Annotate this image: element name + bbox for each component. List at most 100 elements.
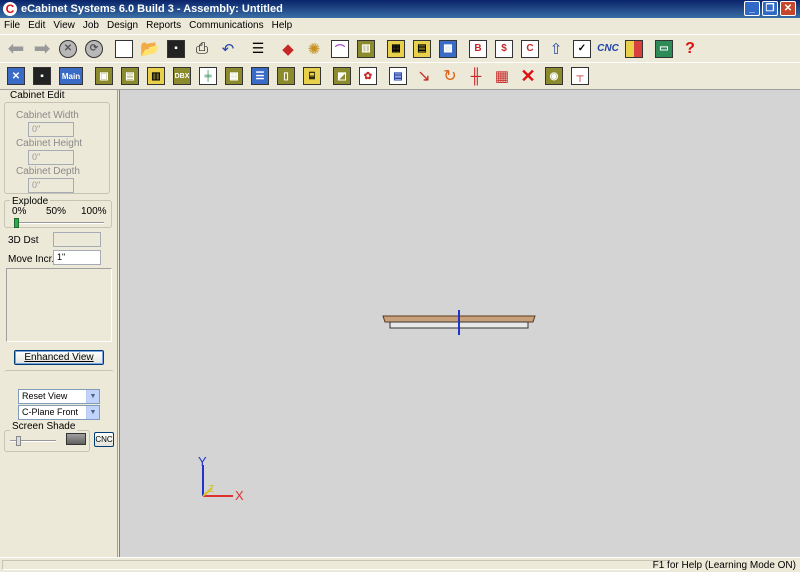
material-button[interactable]: ◆: [277, 38, 299, 60]
profile-button[interactable]: ⌒: [329, 38, 351, 60]
shelf-icon: ☰: [251, 67, 269, 85]
light-icon: ✺: [307, 40, 321, 58]
main-toolbar: ⬅ ➡ ✕ ⟳ 📂 ▪ ⎙ ↶ ☰ ◆ ✺ ⌒ ▥ ▦ ▤ ▩ B $ C ⇧ …: [0, 34, 800, 62]
status-bar: F1 for Help (Learning Mode ON): [0, 557, 800, 572]
hardware-button[interactable]: ✿: [357, 65, 379, 87]
help-button[interactable]: ?: [679, 38, 701, 60]
report-cost-button[interactable]: $: [493, 38, 515, 60]
menu-file[interactable]: File: [4, 20, 20, 31]
shade-slider-thumb[interactable]: [16, 436, 21, 446]
cabinet-model[interactable]: [382, 310, 536, 335]
tall-cabinet-button[interactable]: ▥: [145, 65, 167, 87]
menu-job[interactable]: Job: [83, 20, 99, 31]
save-assembly-button[interactable]: ▪: [31, 65, 53, 87]
menu-edit[interactable]: Edit: [28, 20, 45, 31]
undo-button[interactable]: ↶: [217, 38, 239, 60]
cnc-panel-button[interactable]: CNC: [94, 432, 114, 447]
menu-communications[interactable]: Communications: [189, 20, 263, 31]
refresh-button[interactable]: ⟳: [83, 38, 105, 60]
checklist-button[interactable]: ✓: [571, 38, 593, 60]
panel-button[interactable]: ◩: [331, 65, 353, 87]
camera-button[interactable]: ◉: [543, 65, 565, 87]
exit-design-button[interactable]: ✕: [5, 65, 27, 87]
stop-button[interactable]: ✕: [57, 38, 79, 60]
divider-button[interactable]: ╪: [197, 65, 219, 87]
lighting-button[interactable]: ✺: [303, 38, 325, 60]
parts-list-button[interactable]: ▤: [411, 38, 433, 60]
window-title: eCabinet Systems 6.0 Build 3 - Assembly:…: [21, 3, 283, 15]
enhanced-view-button[interactable]: Enhanced View: [14, 350, 104, 365]
line-tool-button[interactable]: ↘: [413, 65, 435, 87]
dimension-icon: ┬: [571, 67, 589, 85]
cnc-toolbar-button[interactable]: CNC: [597, 38, 619, 60]
dbx-button[interactable]: DBX: [171, 65, 193, 87]
cabinet-height-label: Cabinet Height: [16, 138, 83, 149]
chevron-down-icon: ▼: [86, 406, 99, 419]
movie-button[interactable]: ▭: [653, 38, 675, 60]
back-button[interactable]: ⬅: [5, 38, 27, 60]
reset-view-value: Reset View: [22, 391, 68, 401]
export-button[interactable]: ⇧: [545, 38, 567, 60]
rotate-button[interactable]: ↻: [439, 65, 461, 87]
cplane-select[interactable]: C-Plane Front ▼: [18, 405, 100, 420]
explode-slider-track: [14, 222, 104, 224]
report-c-button[interactable]: C: [519, 38, 541, 60]
delete-button[interactable]: ✕: [517, 65, 539, 87]
door-button[interactable]: ▯: [275, 65, 297, 87]
stop-icon: ✕: [59, 39, 77, 58]
cabinet-list-button[interactable]: ▦: [385, 38, 407, 60]
array-icon: ▦: [494, 68, 510, 85]
cabinet-width-label: Cabinet Width: [16, 110, 79, 121]
3d-viewport[interactable]: Y X Z: [119, 90, 800, 557]
grid-icon: ▤: [389, 67, 407, 85]
maximize-button[interactable]: ❐: [762, 1, 778, 16]
door-style-button[interactable]: ▥: [355, 38, 377, 60]
tall-cabinet-icon: ▥: [147, 67, 165, 85]
new-button[interactable]: [113, 38, 135, 60]
explode-50-label: 50%: [46, 206, 67, 217]
main-button[interactable]: Main: [57, 65, 85, 87]
hardware-icon: ✿: [359, 67, 377, 85]
drawer-button[interactable]: ▦: [223, 65, 245, 87]
save-button[interactable]: ▪: [165, 38, 187, 60]
minimize-button[interactable]: _: [744, 1, 760, 16]
report-b-button[interactable]: B: [467, 38, 489, 60]
cabinet-height-field[interactable]: 0": [28, 150, 74, 165]
help-icon: ?: [685, 39, 695, 57]
explode-0-label: 0%: [12, 206, 27, 217]
menu-reports[interactable]: Reports: [146, 20, 181, 31]
open-button[interactable]: 📂: [139, 38, 161, 60]
hinge-button[interactable]: ⌸: [301, 65, 323, 87]
refresh-icon: ⟳: [85, 39, 103, 58]
split-button[interactable]: ╫: [465, 65, 487, 87]
parts-list-icon: ▤: [413, 39, 431, 58]
wall-cabinet-button[interactable]: ▤: [119, 65, 141, 87]
forward-button[interactable]: ➡: [31, 38, 53, 60]
shelf-button[interactable]: ☰: [249, 65, 271, 87]
base-cabinet-button[interactable]: ▣: [93, 65, 115, 87]
explode-slider-thumb[interactable]: [14, 218, 19, 228]
optimize-button[interactable]: ▩: [437, 38, 459, 60]
base-cabinet-icon: ▣: [95, 67, 113, 85]
settings-button[interactable]: ☰: [247, 38, 269, 60]
move-incr-field[interactable]: 1": [53, 250, 101, 265]
print-button[interactable]: ⎙: [191, 38, 213, 60]
menu-view[interactable]: View: [53, 20, 75, 31]
preview-box: [6, 268, 112, 342]
grid-button[interactable]: ▤: [387, 65, 409, 87]
film-icon: ▭: [655, 39, 673, 58]
layout-button[interactable]: [623, 38, 645, 60]
shade-color-swatch[interactable]: [66, 433, 86, 445]
cabinet-width-field[interactable]: 0": [28, 122, 74, 137]
reset-view-select[interactable]: Reset View ▼: [18, 389, 100, 404]
save-icon: ▪: [33, 67, 51, 85]
dimension-button[interactable]: ┬: [569, 65, 591, 87]
menu-help[interactable]: Help: [272, 20, 293, 31]
close-button[interactable]: ✕: [780, 1, 796, 16]
undo-icon: ↶: [221, 40, 235, 58]
viewport-canvas[interactable]: Y X Z: [120, 90, 800, 557]
array-button[interactable]: ▦: [491, 65, 513, 87]
cabinet-depth-field[interactable]: 0": [28, 178, 74, 193]
dist-field[interactable]: [53, 232, 101, 247]
menu-design[interactable]: Design: [107, 20, 138, 31]
